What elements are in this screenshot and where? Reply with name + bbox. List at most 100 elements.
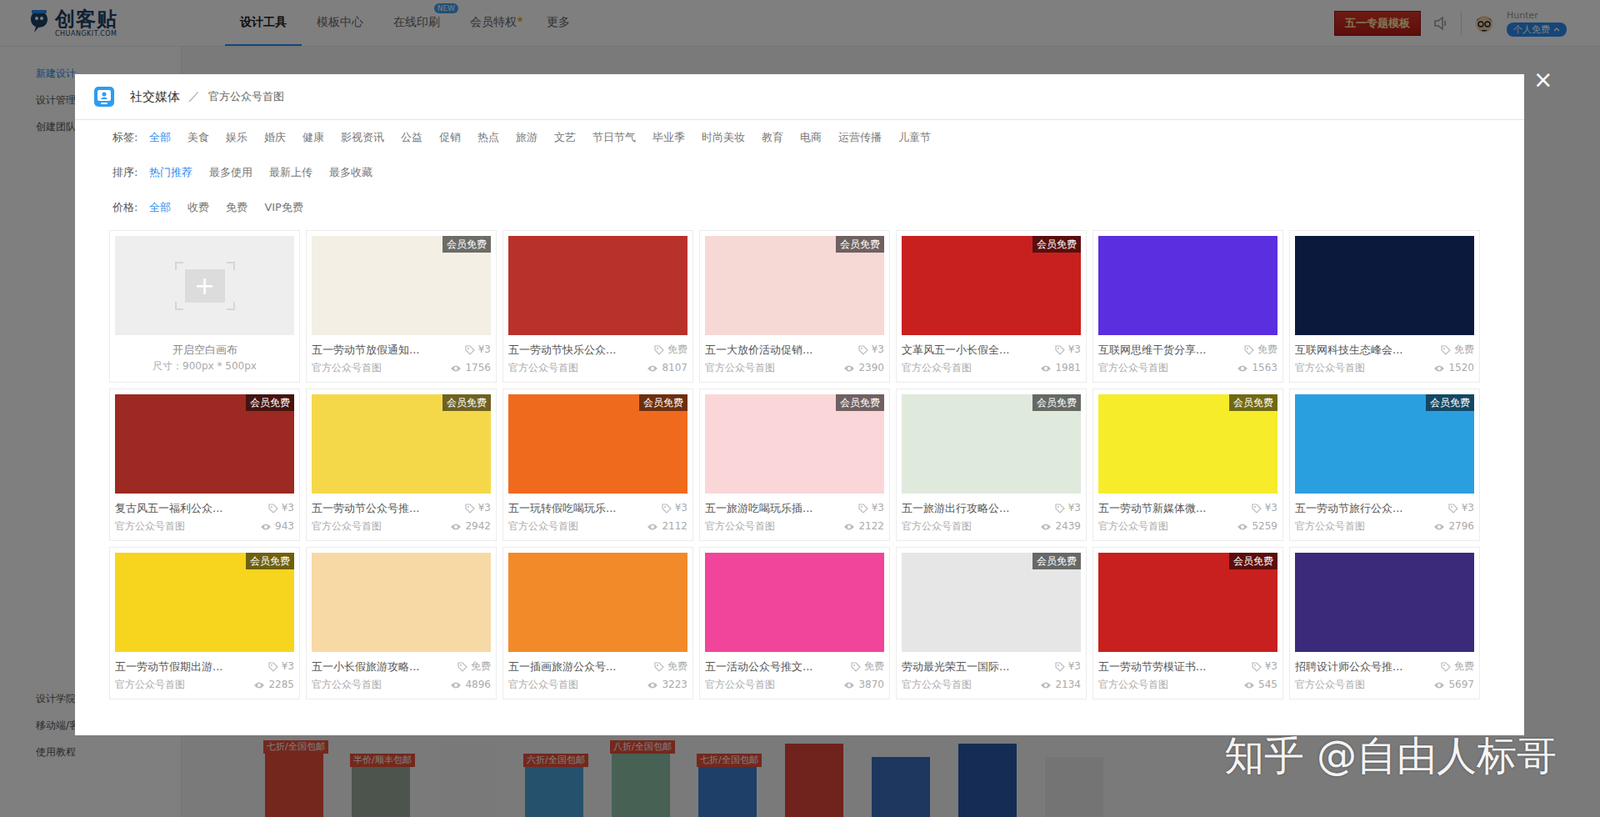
price: 免费 [654,659,688,674]
filter-option[interactable]: 最新上传 [269,165,313,180]
template-preview [705,552,885,652]
template-card[interactable]: 会员免费五一劳动节劳模证书...¥3官方公众号首图545 [1092,546,1284,700]
views-text: 1563 [1251,360,1278,375]
price: ¥3 [1251,659,1278,674]
template-card[interactable]: 会员免费五一劳动节假期出游...¥3官方公众号首图2285 [109,546,300,700]
filter-option[interactable]: 儿童节 [898,130,931,145]
price-tag-icon [465,503,475,514]
template-card[interactable]: 会员免费五一旅游出行攻略公...¥3官方公众号首图2439 [895,388,1087,541]
template-title: 劳动最光荣五一国际... [901,659,1010,674]
price-text: ¥3 [871,342,885,357]
price: ¥3 [1055,342,1081,357]
breadcrumb-category[interactable]: 社交媒体 [130,89,180,105]
price-text: 免费 [1454,342,1475,357]
filter-option[interactable]: 毕业季 [652,130,685,145]
views-text: 545 [1258,677,1278,692]
view-count: 2796 [1433,519,1475,534]
template-card[interactable]: 互联网科技生态峰会...免费官方公众号首图1520 [1289,230,1480,383]
eye-icon [646,364,659,373]
template-card[interactable]: 五一小长假旅游攻略...免费官方公众号首图4896 [305,546,497,700]
price-tag-icon [457,661,468,672]
template-card[interactable]: 会员免费五一劳动节公众号推...¥3官方公众号首图2942 [305,388,497,541]
template-card[interactable]: 五一活动公众号推文...免费官方公众号首图3870 [699,546,890,700]
filter-option[interactable]: 时尚美妆 [701,130,745,145]
blank-canvas-card[interactable]: +开启空白画布尺寸：900px * 500px [109,230,300,383]
template-category: 官方公众号首图 [311,360,382,375]
filter-option[interactable]: 文艺 [554,130,576,145]
template-category: 官方公众号首图 [1295,519,1365,534]
template-category: 官方公众号首图 [508,677,579,692]
template-title: 五一大放价活动促销... [705,342,813,357]
price-text: 免费 [667,342,688,357]
filter-option[interactable]: 公益 [400,130,423,145]
template-card[interactable]: 会员免费五一劳动节放假通知...¥3官方公众号首图1756 [305,230,497,383]
filter-option[interactable]: 节日节气 [592,130,636,145]
price: ¥3 [661,500,688,515]
template-title: 互联网科技生态峰会... [1295,342,1403,357]
template-title: 互联网思维干货分享... [1098,342,1206,357]
filter-option[interactable]: VIP免费 [264,200,304,215]
filter-option[interactable]: 旅游 [515,130,538,145]
filter-option[interactable]: 免费 [225,200,248,215]
price: 免费 [1440,659,1475,674]
filter-option[interactable]: 全部 [149,130,171,145]
template-category: 官方公众号首图 [901,519,972,534]
template-title: 文革风五一小长假全... [901,342,1010,357]
filter-option[interactable]: 教育 [761,130,784,145]
template-card[interactable]: 会员免费五一旅游吃喝玩乐插...¥3官方公众号首图2122 [699,388,890,541]
template-card[interactable]: 五一插画旅游公众号...免费官方公众号首图3223 [502,546,694,700]
filter-option[interactable]: 娱乐 [225,130,248,145]
price: ¥3 [1055,500,1081,515]
eye-icon [843,680,855,690]
template-card[interactable]: 会员免费五一大放价活动促销...¥3官方公众号首图2390 [699,230,890,383]
price-text: 免费 [864,659,885,674]
filter-option[interactable]: 影视资讯 [340,130,385,145]
view-count: 1981 [1040,360,1081,375]
view-count: 2942 [450,519,491,534]
eye-icon [646,522,659,531]
template-card[interactable]: 招聘设计师公众号推...免费官方公众号首图5697 [1289,546,1480,700]
template-card[interactable]: 会员免费五一劳动节旅行公众...¥3官方公众号首图2796 [1289,388,1480,541]
close-button[interactable]: × [1533,66,1553,94]
filter-option[interactable]: 热门推荐 [149,165,193,180]
price-text: ¥3 [871,500,885,515]
view-count: 4896 [450,677,491,692]
price-text: ¥3 [1068,659,1081,674]
template-title: 五一劳动节新媒体微... [1098,500,1206,515]
filter-option[interactable]: 最多收藏 [329,165,373,180]
template-preview: 会员免费 [901,552,1081,652]
filter-option[interactable]: 促销 [439,130,461,145]
filter-option[interactable]: 全部 [149,200,171,215]
template-preview [1098,235,1278,335]
eye-icon [450,680,462,690]
template-card[interactable]: 会员免费复古风五一福利公众...¥3官方公众号首图943 [109,388,300,541]
filter-option[interactable]: 收费 [187,200,210,215]
filter-option[interactable]: 美食 [187,130,210,145]
template-preview: 会员免费 [115,552,295,652]
member-free-badge: 会员免费 [245,552,295,570]
eye-icon [1433,680,1445,690]
template-card[interactable]: 五一劳动节快乐公众...免费官方公众号首图8107 [502,230,694,383]
view-count: 545 [1243,677,1278,692]
view-count: 3223 [646,677,688,692]
template-category: 官方公众号首图 [705,519,775,534]
eye-icon [843,364,855,373]
price-text: ¥3 [478,342,491,357]
member-free-badge: 会员免费 [245,394,295,411]
filter-option[interactable]: 电商 [800,130,822,145]
template-card[interactable]: 会员免费劳动最光荣五一国际...¥3官方公众号首图2134 [895,546,1087,700]
filter-option[interactable]: 最多使用 [209,165,253,180]
filter-option[interactable]: 婚庆 [264,130,286,145]
filter-option[interactable]: 运营传播 [838,130,882,145]
template-card[interactable]: 会员免费五一玩转假吃喝玩乐...¥3官方公众号首图2112 [502,388,694,541]
price: 免费 [850,659,885,674]
template-category: 官方公众号首图 [1098,519,1169,534]
social-media-icon [93,85,115,108]
template-card[interactable]: 会员免费文革风五一小长假全...¥3官方公众号首图1981 [895,230,1087,383]
filter-option[interactable]: 热点 [477,130,500,145]
template-card[interactable]: 互联网思维干货分享...免费官方公众号首图1563 [1092,230,1284,383]
view-count: 2390 [843,360,885,375]
template-card[interactable]: 会员免费五一劳动节新媒体微...¥3官方公众号首图5259 [1092,388,1284,541]
template-preview: 会员免费 [901,235,1081,335]
filter-option[interactable]: 健康 [302,130,325,145]
